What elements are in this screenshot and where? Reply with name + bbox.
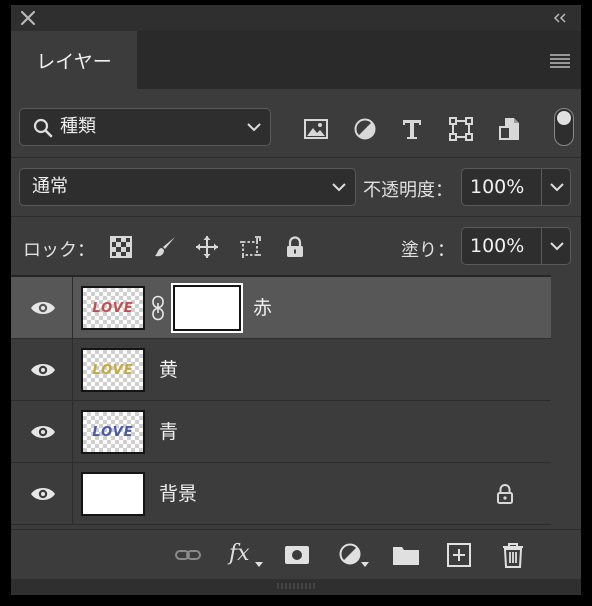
fx-label: fx — [229, 541, 250, 566]
image-filter-icon[interactable] — [303, 116, 329, 142]
layers-footer: fx — [11, 529, 581, 579]
shape-filter-icon[interactable] — [448, 116, 474, 142]
lock-position-icon[interactable] — [195, 235, 219, 259]
panel-menu-icon[interactable] — [549, 49, 571, 71]
chevron-down-icon — [332, 183, 346, 192]
fill-label: 塗り： — [401, 240, 455, 261]
chain-link-icon[interactable] — [151, 295, 165, 321]
tab-layers[interactable]: レイヤー — [11, 31, 137, 89]
lock-transparent-icon[interactable] — [109, 235, 133, 259]
layer-thumbnail[interactable]: LOVE — [81, 348, 145, 392]
layer-name[interactable]: 背景 — [159, 463, 197, 525]
adjustment-filter-icon[interactable] — [352, 116, 378, 142]
layers-panel-body: 種類 通常 不透明度： 100% ロック： 塗り： 100% LOVE 赤 LO… — [11, 89, 581, 529]
layer-row[interactable]: LOVE 赤 — [11, 277, 551, 339]
tab-label: レイヤー — [36, 50, 112, 73]
type-filter-icon[interactable] — [399, 116, 425, 142]
thumbnail-text: LOVE — [92, 300, 134, 316]
add-mask-icon[interactable] — [283, 542, 311, 568]
delete-icon[interactable] — [499, 542, 527, 568]
link-layers-icon[interactable] — [174, 542, 202, 568]
fill-value: 100% — [470, 235, 525, 257]
toggle-knob — [557, 111, 571, 125]
lock-label: ロック： — [23, 240, 95, 261]
layer-mask-thumbnail[interactable] — [171, 283, 243, 333]
layer-name[interactable]: 青 — [159, 401, 178, 463]
close-icon[interactable] — [19, 9, 37, 27]
eye-icon[interactable] — [30, 423, 56, 441]
filter-kind-select[interactable]: 種類 — [19, 108, 271, 146]
visibility-cell[interactable] — [11, 339, 73, 401]
layer-lock-icon[interactable] — [495, 483, 515, 505]
double-chevron-icon[interactable] — [551, 9, 569, 27]
fill-field[interactable]: 100% — [461, 227, 571, 265]
new-layer-icon[interactable] — [445, 542, 473, 568]
resize-grip[interactable] — [11, 579, 581, 595]
opacity-value: 100% — [470, 176, 525, 198]
filter-toggle[interactable] — [554, 108, 574, 146]
chevron-down-icon[interactable] — [549, 238, 565, 254]
visibility-cell[interactable] — [11, 401, 73, 463]
field-divider — [541, 228, 542, 264]
filter-kind-label: 種類 — [60, 116, 96, 137]
small-triangle-icon — [255, 562, 263, 567]
layer-row[interactable]: 背景 — [11, 463, 551, 525]
new-group-icon[interactable] — [391, 542, 421, 568]
mask-fill — [175, 287, 239, 329]
fx-icon[interactable]: fx — [229, 542, 263, 568]
layers-panel-window: レイヤー 種類 通常 不透明度： 100% ロック： 塗り： 100% LOVE… — [11, 5, 581, 595]
field-divider — [541, 169, 542, 205]
visibility-cell[interactable] — [11, 463, 73, 525]
lock-image-icon[interactable] — [153, 235, 177, 259]
divider — [11, 157, 581, 158]
chevron-down-icon — [247, 123, 261, 132]
smart-object-filter-icon[interactable] — [497, 116, 523, 142]
opacity-field[interactable]: 100% — [461, 168, 571, 206]
layers-list: LOVE 赤 LOVE 黄 LOVE 青 背景 — [11, 275, 551, 529]
layers-scrollbar[interactable] — [551, 275, 581, 529]
opacity-label: 不透明度： — [363, 180, 453, 201]
layer-row[interactable]: LOVE 黄 — [11, 339, 551, 401]
chevron-down-icon[interactable] — [549, 179, 565, 195]
panel-titlebar — [11, 5, 581, 31]
visibility-cell[interactable] — [11, 277, 73, 339]
layer-name[interactable]: 赤 — [253, 277, 272, 339]
lock-artboard-icon[interactable] — [239, 235, 263, 259]
blend-mode-select[interactable]: 通常 — [19, 168, 356, 206]
eye-icon[interactable] — [30, 485, 56, 503]
eye-icon[interactable] — [30, 361, 56, 379]
tab-bar: レイヤー — [11, 31, 581, 89]
lock-all-icon[interactable] — [283, 235, 307, 259]
divider — [11, 216, 581, 217]
layer-thumbnail[interactable] — [81, 472, 145, 516]
layer-thumbnail[interactable]: LOVE — [81, 286, 145, 330]
layer-thumbnail[interactable]: LOVE — [81, 410, 145, 454]
adjustment-layer-icon[interactable] — [337, 542, 371, 568]
thumbnail-text: LOVE — [92, 424, 134, 440]
eye-icon[interactable] — [30, 299, 56, 317]
layer-name[interactable]: 黄 — [159, 339, 178, 401]
search-icon — [33, 118, 53, 138]
blend-mode-label: 通常 — [32, 176, 68, 197]
thumbnail-text: LOVE — [92, 362, 134, 378]
grip-icon — [277, 583, 315, 589]
layer-row[interactable]: LOVE 青 — [11, 401, 551, 463]
